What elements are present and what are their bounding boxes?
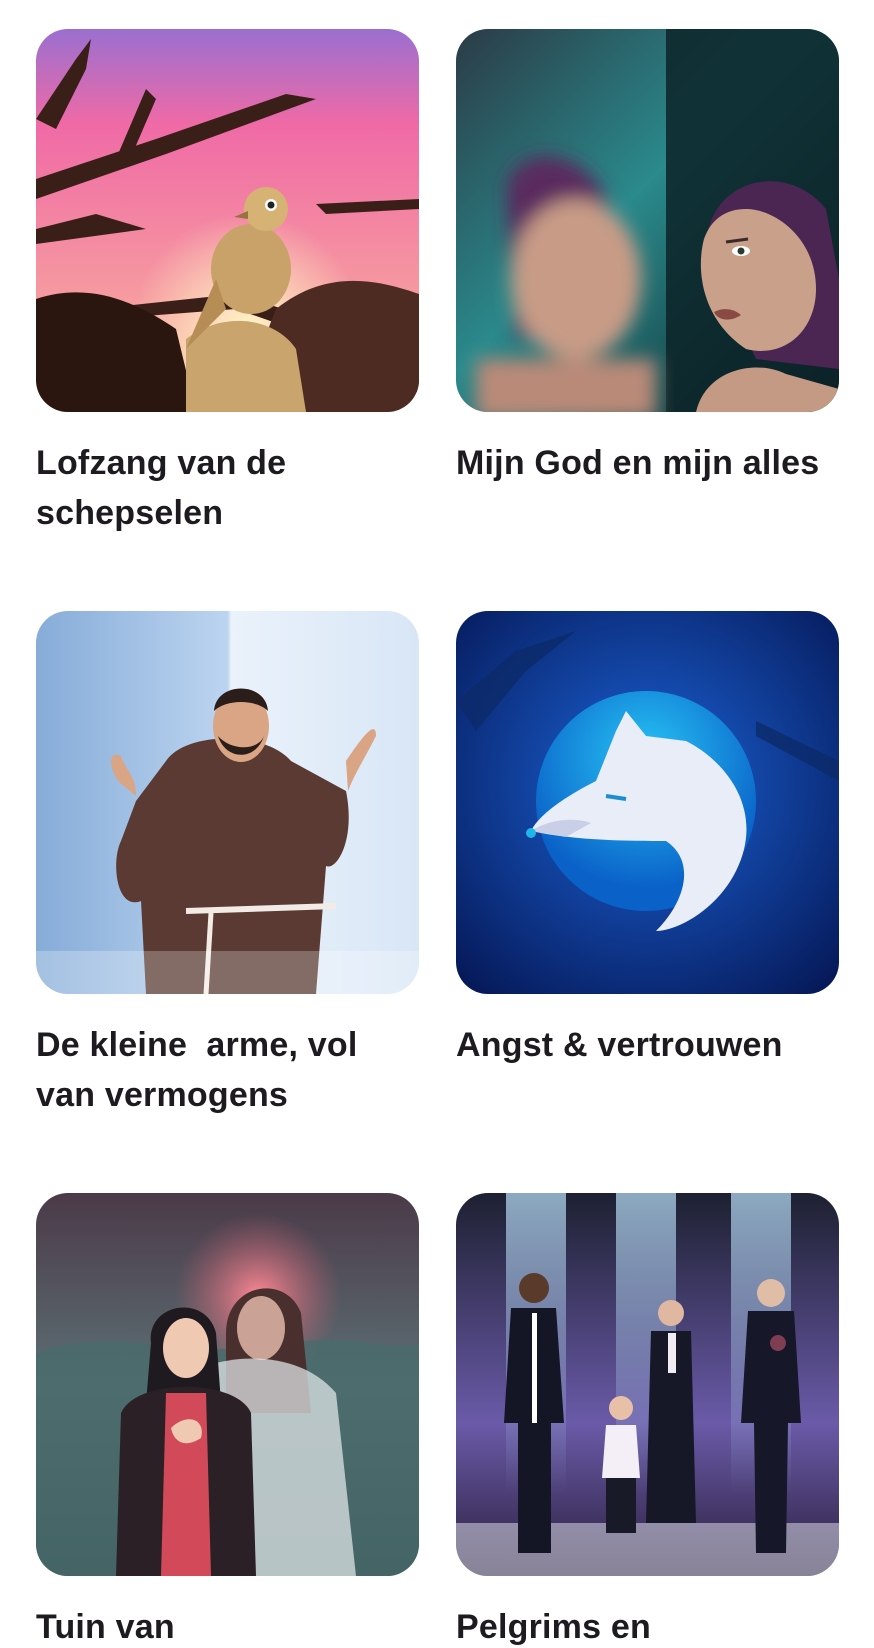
- meditation-card-pelgrims[interactable]: Pelgrims en: [456, 1193, 839, 1648]
- wolf-moon-illustration[interactable]: [456, 611, 839, 994]
- bird-at-sunset-illustration[interactable]: [36, 29, 419, 412]
- meditation-card-lofzang[interactable]: Lofzang van de schepselen: [36, 29, 419, 538]
- woman-reflection-illustration[interactable]: [456, 29, 839, 412]
- friar-praying-illustration[interactable]: [36, 611, 419, 994]
- meditation-card-tuin-van-gemeenschap[interactable]: Tuin van gemeenschap: [36, 1193, 419, 1648]
- card-title: Tuin van gemeenschap: [36, 1608, 175, 1646]
- card-title: De kleine arme, vol van vermogens: [36, 1026, 368, 1114]
- two-women-garden-illustration[interactable]: [36, 1193, 419, 1576]
- meditation-card-de-kleine-arme[interactable]: De kleine arme, vol van vermogens: [36, 611, 419, 1120]
- pilgrims-group-illustration[interactable]: [456, 1193, 839, 1576]
- meditation-card-angst-vertrouwen[interactable]: Angst & vertrouwen: [456, 611, 839, 1070]
- card-title: Pelgrims en: [456, 1608, 651, 1646]
- card-title: Lofzang van de schepselen: [36, 444, 296, 532]
- meditation-grid: Lofzang van de schepselen Mijn God en mi…: [0, 0, 874, 1648]
- meditation-card-mijn-god[interactable]: Mijn God en mijn alles: [456, 29, 839, 488]
- card-title: Angst & vertrouwen: [456, 1026, 783, 1064]
- card-title: Mijn God en mijn alles: [456, 444, 820, 482]
